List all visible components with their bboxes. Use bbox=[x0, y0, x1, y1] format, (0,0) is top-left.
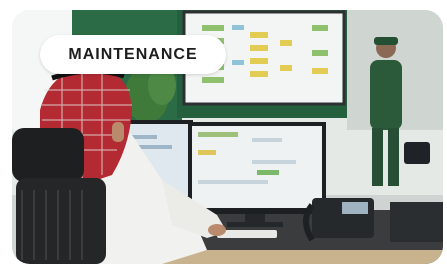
badge-label: MAINTENANCE bbox=[68, 45, 198, 63]
maintenance-card[interactable]: MAINTENANCE bbox=[12, 10, 443, 264]
maintenance-badge: MAINTENANCE bbox=[40, 35, 226, 74]
